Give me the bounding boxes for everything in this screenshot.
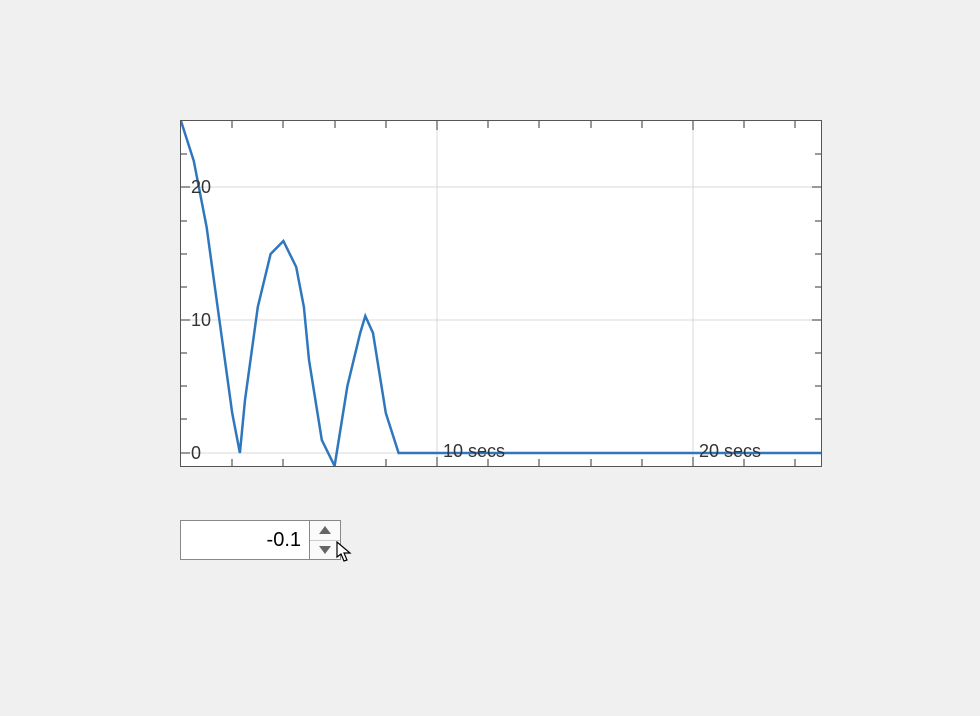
plot-canvas xyxy=(181,121,821,466)
x-tick-10s: 10 secs xyxy=(443,441,505,462)
y-tick-10: 10 xyxy=(191,310,211,331)
signal-line xyxy=(181,121,821,466)
spinner-buttons xyxy=(310,520,341,560)
spinner-down-button[interactable] xyxy=(310,541,340,560)
chevron-up-icon xyxy=(319,526,331,534)
y-tick-20: 20 xyxy=(191,177,211,198)
spinner-up-button[interactable] xyxy=(310,521,340,541)
chevron-down-icon xyxy=(319,546,331,554)
spinner-input[interactable] xyxy=(180,520,310,560)
plot-axes: 20 10 0 10 secs 20 secs xyxy=(180,120,822,467)
value-spinner[interactable] xyxy=(180,520,341,560)
x-tick-20s: 20 secs xyxy=(699,441,761,462)
y-tick-0: 0 xyxy=(191,443,201,464)
